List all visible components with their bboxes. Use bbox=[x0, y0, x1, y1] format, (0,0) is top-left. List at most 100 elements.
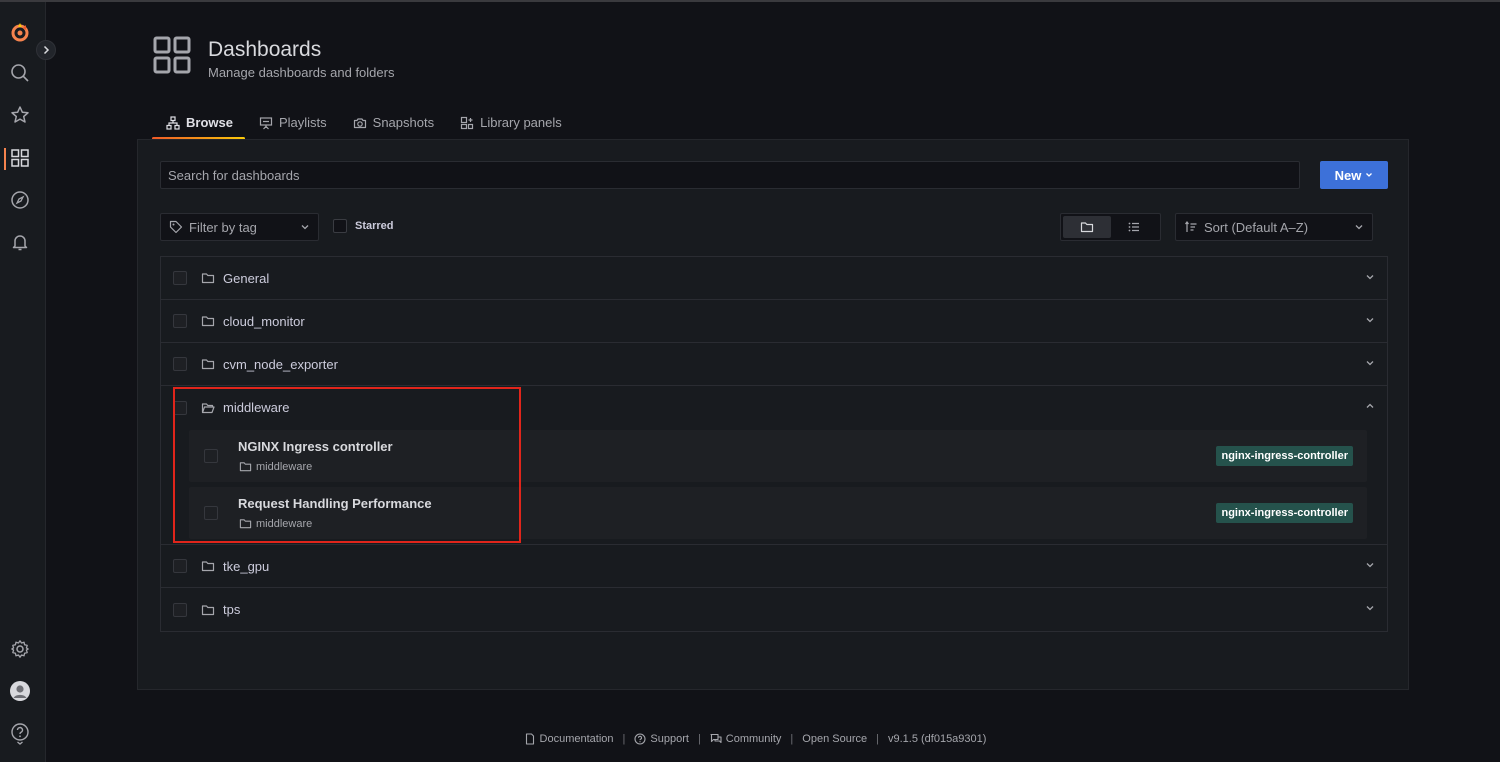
sort-select[interactable]: Sort (Default A–Z) bbox=[1175, 213, 1373, 241]
dashboard-title[interactable]: Request Handling Performance bbox=[238, 496, 432, 511]
chevron-up-icon[interactable] bbox=[1365, 401, 1375, 411]
folder-row-tps[interactable]: tps bbox=[161, 588, 1387, 631]
page-subtitle: Manage dashboards and folders bbox=[208, 65, 395, 80]
dashboard-tag[interactable]: nginx-ingress-controller bbox=[1216, 503, 1353, 523]
chevron-down-icon[interactable] bbox=[1365, 358, 1375, 368]
dashboard-folder-name: middleware bbox=[256, 460, 313, 473]
footer-open-source-label: Open Source bbox=[802, 733, 868, 745]
question-circle-icon bbox=[634, 733, 646, 745]
folder-row-tke-gpu[interactable]: tke_gpu bbox=[161, 545, 1387, 588]
footer-community-link[interactable]: Community bbox=[710, 733, 782, 745]
folder-view-button[interactable] bbox=[1063, 216, 1111, 238]
dashboard-title[interactable]: NGINX Ingress controller bbox=[238, 439, 393, 454]
footer-separator: | bbox=[622, 733, 626, 745]
footer-documentation-link[interactable]: Documentation bbox=[524, 733, 614, 745]
new-button[interactable]: New bbox=[1320, 161, 1388, 189]
user-avatar-icon[interactable] bbox=[8, 679, 32, 703]
chevron-down-icon bbox=[1354, 222, 1364, 232]
starred-label: Starred bbox=[355, 220, 394, 232]
folder-icon bbox=[201, 271, 215, 285]
footer-version-link[interactable]: v9.1.5 (df015a9301) bbox=[888, 733, 986, 745]
footer-support-link[interactable]: Support bbox=[634, 733, 689, 745]
sidebar bbox=[0, 2, 46, 762]
dashboard-checkbox[interactable] bbox=[204, 506, 218, 520]
starred-filter[interactable]: Starred bbox=[333, 219, 394, 233]
dashboard-item[interactable]: Request Handling Performance middleware … bbox=[189, 487, 1367, 539]
chevron-down-icon bbox=[300, 222, 310, 232]
chevron-down-icon[interactable] bbox=[1365, 272, 1375, 282]
star-icon[interactable] bbox=[8, 103, 32, 127]
tab-browse[interactable]: Browse bbox=[152, 110, 245, 140]
folder-name: cvm_node_exporter bbox=[223, 356, 338, 372]
tab-browse-label: Browse bbox=[186, 115, 233, 130]
footer-documentation-label: Documentation bbox=[539, 733, 614, 745]
folder-icon bbox=[239, 517, 252, 530]
list-icon bbox=[1127, 220, 1141, 234]
folder-icon bbox=[201, 603, 215, 617]
dashboard-tag[interactable]: nginx-ingress-controller bbox=[1216, 446, 1353, 466]
folder-checkbox[interactable] bbox=[173, 314, 187, 328]
presentation-icon bbox=[259, 116, 273, 130]
folder-name: General bbox=[223, 270, 270, 286]
sidebar-expand-button[interactable] bbox=[36, 40, 56, 60]
chevron-down-icon[interactable] bbox=[1365, 603, 1375, 613]
tab-library-panels[interactable]: Library panels bbox=[446, 110, 574, 140]
folder-checkbox[interactable] bbox=[173, 602, 187, 617]
footer-version-label: v9.1.5 (df015a9301) bbox=[887, 733, 987, 745]
footer-support-label: Support bbox=[650, 733, 689, 745]
compass-explore-icon[interactable] bbox=[8, 188, 32, 212]
comments-icon bbox=[710, 733, 722, 745]
folder-icon bbox=[201, 357, 215, 371]
folder-checkbox[interactable] bbox=[173, 271, 187, 285]
dashboard-folder: middleware bbox=[239, 517, 312, 530]
dashboard-folder-name: middleware bbox=[256, 517, 313, 530]
search-input[interactable] bbox=[160, 161, 1300, 189]
folder-checkbox[interactable] bbox=[173, 400, 187, 415]
folder-checkbox[interactable] bbox=[173, 357, 187, 371]
list-view-button[interactable] bbox=[1111, 216, 1159, 238]
page-tabs: Browse Playlists Snapshots Library panel… bbox=[152, 110, 574, 140]
chevron-down-icon[interactable] bbox=[1365, 315, 1375, 325]
camera-icon bbox=[353, 116, 367, 130]
view-mode-toggle bbox=[1060, 213, 1161, 241]
folder-row-cvm-node-exporter[interactable]: cvm_node_exporter bbox=[161, 343, 1387, 386]
dashboard-item[interactable]: NGINX Ingress controller middleware ngin… bbox=[189, 430, 1367, 482]
folder-header-middleware[interactable]: middleware bbox=[161, 386, 1387, 429]
tab-playlists[interactable]: Playlists bbox=[245, 110, 339, 140]
footer-open-source-link[interactable]: Open Source bbox=[802, 733, 867, 745]
chevron-down-icon bbox=[1365, 171, 1373, 179]
folder-checkbox[interactable] bbox=[173, 559, 187, 573]
folder-row-middleware: middleware NGINX Ingress controller midd… bbox=[161, 386, 1387, 545]
folder-name: middleware bbox=[223, 400, 290, 415]
folder-icon bbox=[201, 559, 215, 573]
folder-name: cloud_monitor bbox=[223, 313, 305, 329]
grafana-logo-icon[interactable] bbox=[8, 20, 32, 44]
chevron-down-icon[interactable] bbox=[1365, 560, 1375, 570]
filter-by-tag-select[interactable]: Filter by tag bbox=[160, 213, 319, 241]
dashboards-header-icon bbox=[153, 36, 191, 74]
sort-amount-icon bbox=[1184, 220, 1198, 234]
dashboards-grid-icon[interactable] bbox=[8, 146, 32, 170]
folder-row-general[interactable]: General bbox=[161, 257, 1387, 300]
filter-by-tag-placeholder: Filter by tag bbox=[189, 219, 257, 235]
browse-panel: New Filter by tag Starred bbox=[137, 139, 1409, 690]
sitemap-icon bbox=[166, 116, 180, 130]
footer: Documentation | Support | Community | Op… bbox=[0, 733, 1500, 745]
search-icon[interactable] bbox=[8, 61, 32, 85]
folder-name: tke_gpu bbox=[223, 558, 270, 574]
starred-checkbox[interactable] bbox=[333, 219, 347, 233]
folder-name: tps bbox=[223, 602, 241, 617]
gear-icon[interactable] bbox=[8, 637, 32, 661]
bell-alerting-icon[interactable] bbox=[8, 230, 32, 254]
folder-row-cloud-monitor[interactable]: cloud_monitor bbox=[161, 300, 1387, 343]
tab-snapshots-label: Snapshots bbox=[372, 115, 435, 130]
dashboard-checkbox[interactable] bbox=[204, 449, 218, 463]
page-title: Dashboards bbox=[208, 38, 322, 61]
tab-snapshots[interactable]: Snapshots bbox=[339, 110, 446, 140]
footer-community-label: Community bbox=[725, 733, 782, 745]
tab-playlists-label: Playlists bbox=[278, 115, 327, 130]
sort-label: Sort (Default A–Z) bbox=[1204, 219, 1309, 235]
footer-separator: | bbox=[697, 733, 701, 745]
new-button-label: New bbox=[1334, 167, 1362, 183]
folder-icon bbox=[1080, 220, 1094, 234]
